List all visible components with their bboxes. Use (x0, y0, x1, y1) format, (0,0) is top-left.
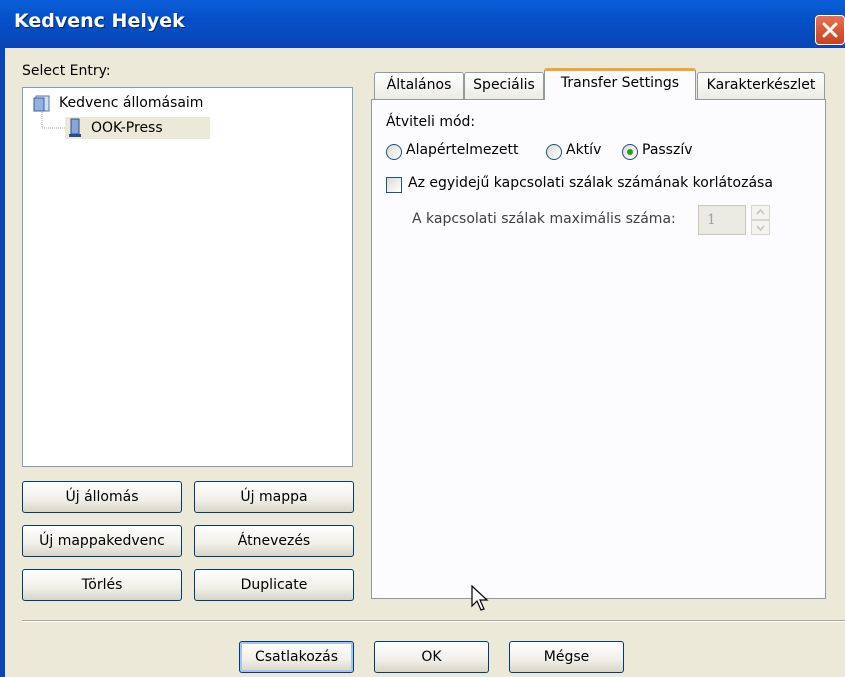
chevron-down-icon (756, 225, 765, 232)
radio-passive-label[interactable]: Passzív (642, 142, 693, 158)
transfer-mode-label: Átviteli mód: (386, 114, 476, 130)
select-entry-label: Select Entry: (22, 63, 111, 79)
spin-up-button[interactable] (751, 205, 770, 220)
footer-separator (22, 620, 845, 622)
tab-transfer-settings[interactable]: Transfer Settings (544, 68, 696, 100)
window-title: Kedvenc Helyek (14, 10, 185, 32)
rename-button[interactable]: Átnevezés (194, 525, 354, 557)
max-threads-input[interactable]: 1 (698, 205, 746, 235)
folder-open-icon (33, 95, 50, 112)
close-button[interactable] (815, 15, 845, 45)
server-icon (69, 118, 81, 137)
cancel-button[interactable]: Mégse (509, 641, 624, 673)
title-bar[interactable]: Kedvenc Helyek (0, 0, 845, 48)
transfer-settings-panel (371, 99, 826, 599)
tab-charset[interactable]: Karakterkészlet (697, 72, 825, 99)
favorites-dialog: Kedvenc Helyek Select Entry: Kedvenc áll… (0, 0, 845, 677)
radio-active-circle[interactable] (546, 144, 562, 160)
radio-selected-dot (627, 149, 633, 155)
radio-active-label[interactable]: Aktív (566, 142, 601, 158)
delete-button[interactable]: Törlés (22, 569, 182, 601)
max-threads-label: A kapcsolati szálak maximális száma: (412, 211, 676, 227)
radio-default-circle[interactable] (386, 144, 402, 160)
ok-button[interactable]: OK (374, 641, 489, 673)
new-station-button[interactable]: Új állomás (22, 481, 182, 513)
close-icon (822, 22, 838, 38)
favorites-tree[interactable]: Kedvenc állomásaim OOK-Press (22, 87, 353, 467)
tab-advanced[interactable]: Speciális (464, 72, 544, 99)
tree-item-root-label: Kedvenc állomásaim (59, 95, 204, 111)
window-left-border (0, 48, 5, 677)
mouse-cursor-icon (471, 584, 489, 611)
tab-general[interactable]: Általános (374, 72, 464, 99)
chevron-up-icon (756, 208, 765, 215)
new-folder-button[interactable]: Új mappa (194, 481, 354, 513)
limit-threads-label[interactable]: Az egyidejű kapcsolati szálak számának k… (408, 175, 773, 191)
connect-button[interactable]: Csatlakozás (239, 641, 354, 673)
limit-threads-box[interactable] (386, 177, 402, 193)
radio-passive-circle[interactable] (622, 144, 638, 160)
tree-item-ook-press-label: OOK-Press (91, 120, 163, 136)
new-folder-favorite-button[interactable]: Új mappakedvenc (22, 525, 182, 557)
duplicate-button[interactable]: Duplicate (194, 569, 354, 601)
tree-item-ook-press[interactable]: OOK-Press (65, 117, 210, 139)
radio-default-label[interactable]: Alapértelmezett (406, 142, 519, 158)
spin-down-button[interactable] (751, 220, 770, 235)
